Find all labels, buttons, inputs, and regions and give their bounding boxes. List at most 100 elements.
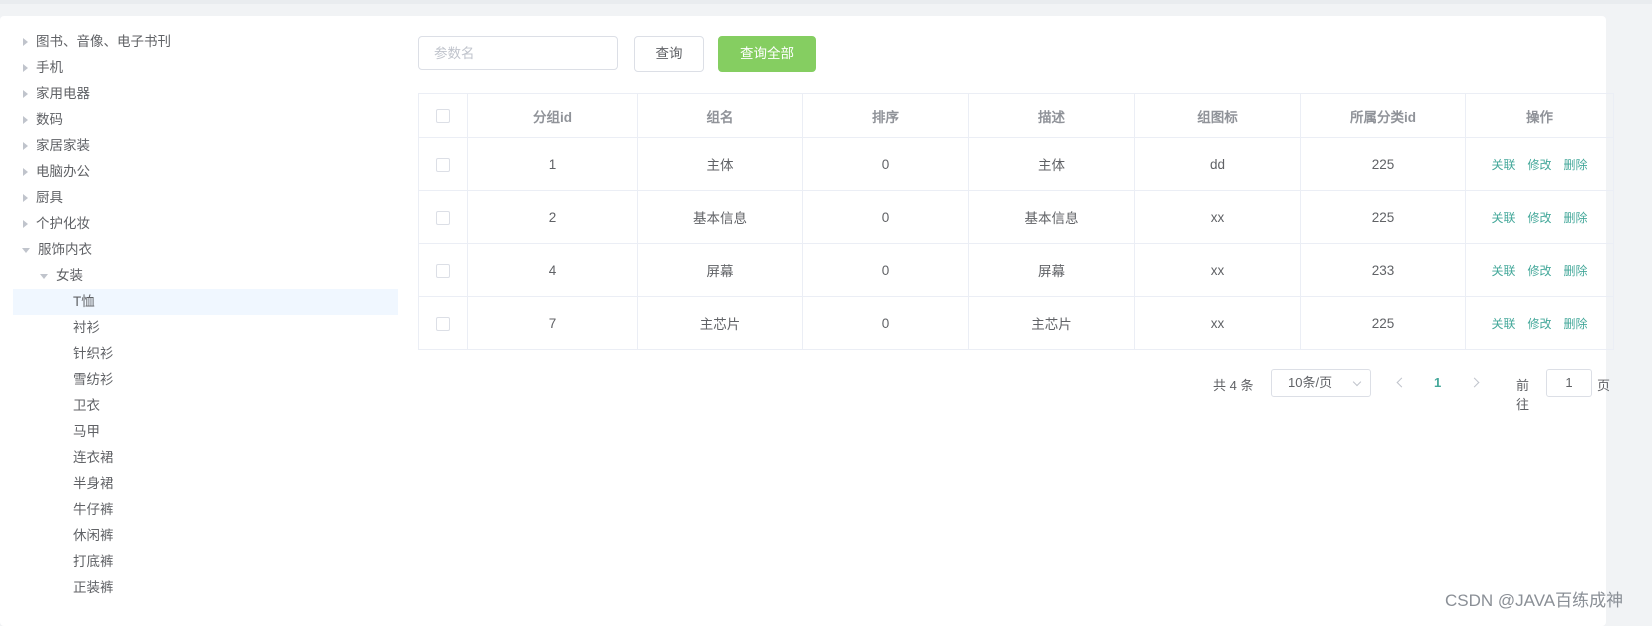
cell-icon: xx	[1134, 296, 1301, 350]
cell-sort: 0	[802, 190, 969, 244]
tree-leaf[interactable]: 打底裤	[13, 549, 398, 575]
cell-id: 1	[467, 137, 638, 191]
chevron-down-icon	[1352, 377, 1362, 387]
tree-node[interactable]: 家用电器	[13, 81, 398, 107]
row-checkbox[interactable]	[436, 210, 450, 225]
tree-leaf[interactable]: 休闲裤	[13, 523, 398, 549]
cell-catelog-id: 225	[1300, 296, 1466, 350]
relate-link[interactable]: 关联	[1491, 317, 1515, 331]
tree-node-label: 手机	[36, 60, 63, 75]
cell-actions: 关联 修改 删除	[1465, 137, 1614, 191]
caret-right-icon[interactable]	[23, 220, 28, 229]
caret-right-icon[interactable]	[23, 194, 28, 203]
row-select-cell	[418, 137, 468, 191]
tree-node[interactable]: 家居家装	[13, 133, 398, 159]
attr-group-table: 分组id 组名 排序 描述 组图标 所属分类id 操作 1 主体 0 主体 dd…	[418, 93, 1614, 350]
next-page-icon[interactable]	[1469, 377, 1480, 388]
tree-leaf[interactable]: 马甲	[13, 419, 398, 445]
page-size-value: 10条/页	[1288, 375, 1333, 390]
cell-actions: 关联 修改 删除	[1465, 296, 1614, 350]
caret-right-icon[interactable]	[23, 90, 28, 99]
cell-catelog-id: 233	[1300, 243, 1466, 297]
caret-right-icon[interactable]	[23, 38, 28, 47]
tree-node[interactable]: 电脑办公	[13, 159, 398, 185]
delete-link[interactable]: 删除	[1564, 317, 1588, 331]
row-select-cell	[418, 243, 468, 297]
edit-link[interactable]: 修改	[1527, 264, 1551, 278]
edit-link[interactable]: 修改	[1527, 158, 1551, 172]
tree-node[interactable]: 数码	[13, 107, 398, 133]
cell-catelog-id: 225	[1300, 137, 1466, 191]
cell-desc: 屏幕	[968, 243, 1135, 297]
cell-catelog-id: 225	[1300, 190, 1466, 244]
goto-page-input[interactable]: 1	[1546, 369, 1592, 397]
tree-node[interactable]: 手机	[13, 55, 398, 81]
caret-right-icon[interactable]	[23, 64, 28, 73]
tree-leaf[interactable]: 雪纺衫	[13, 367, 398, 393]
row-checkbox[interactable]	[436, 316, 450, 331]
cell-id: 4	[467, 243, 638, 297]
tree-leaf[interactable]: 牛仔裤	[13, 497, 398, 523]
cell-desc: 主芯片	[968, 296, 1135, 350]
column-header: 排序	[802, 93, 969, 138]
caret-right-icon[interactable]	[23, 142, 28, 151]
tree-leaf[interactable]: 连衣裙	[13, 445, 398, 471]
current-page[interactable]: 1	[1434, 375, 1441, 390]
page-unit-label: 页	[1597, 378, 1611, 393]
delete-link[interactable]: 删除	[1564, 264, 1588, 278]
column-header: 组名	[637, 93, 803, 138]
tree-leaf[interactable]: 衬衫	[13, 315, 398, 341]
row-checkbox[interactable]	[436, 263, 450, 278]
delete-link[interactable]: 删除	[1564, 211, 1588, 225]
cell-icon: xx	[1134, 190, 1301, 244]
cell-sort: 0	[802, 137, 969, 191]
delete-link[interactable]: 删除	[1564, 158, 1588, 172]
cell-name: 屏幕	[637, 243, 803, 297]
caret-right-icon[interactable]	[23, 116, 28, 125]
tree-node-label: 家居家装	[36, 138, 90, 153]
tree-node-label: 数码	[36, 112, 63, 127]
caret-down-icon[interactable]	[22, 247, 30, 253]
column-header: 操作	[1465, 93, 1614, 138]
tree-leaf[interactable]: 半身裙	[13, 471, 398, 497]
cell-actions: 关联 修改 删除	[1465, 243, 1614, 297]
tree-node[interactable]: 图书、音像、电子书刊	[13, 29, 398, 55]
tree-node-expanded[interactable]: 女装	[13, 263, 398, 289]
tree-leaf-selected[interactable]: T恤	[13, 289, 398, 315]
page-size-select[interactable]: 10条/页	[1271, 369, 1371, 397]
relate-link[interactable]: 关联	[1491, 264, 1515, 278]
column-header: 组图标	[1134, 93, 1301, 138]
total-count: 共 4 条	[1213, 378, 1254, 393]
tree-leaf[interactable]: 卫衣	[13, 393, 398, 419]
cell-id: 2	[467, 190, 638, 244]
main-panel: 图书、音像、电子书刊 手机 家用电器 数码 家居家装 电脑办公 厨具 个护化妆 …	[0, 16, 1614, 626]
category-tree: 图书、音像、电子书刊 手机 家用电器 数码 家居家装 电脑办公 厨具 个护化妆 …	[13, 29, 398, 601]
edit-link[interactable]: 修改	[1527, 317, 1551, 331]
tree-leaf[interactable]: 正装裤	[13, 575, 398, 601]
select-all-cell	[418, 93, 468, 138]
tree-node-label: 电脑办公	[36, 164, 90, 179]
tree-node[interactable]: 个护化妆	[13, 211, 398, 237]
edit-link[interactable]: 修改	[1527, 211, 1551, 225]
cell-sort: 0	[802, 243, 969, 297]
select-all-checkbox[interactable]	[436, 109, 450, 124]
query-all-button[interactable]: 查询全部	[718, 36, 816, 72]
tree-node-expanded[interactable]: 服饰内衣	[13, 237, 398, 263]
query-button[interactable]: 查询	[634, 36, 704, 72]
tree-node-label: 厨具	[36, 190, 63, 205]
tree-node[interactable]: 厨具	[13, 185, 398, 211]
relate-link[interactable]: 关联	[1491, 211, 1515, 225]
caret-right-icon[interactable]	[23, 168, 28, 177]
row-checkbox[interactable]	[436, 157, 450, 172]
cell-desc: 主体	[968, 137, 1135, 191]
prev-page-icon[interactable]	[1396, 377, 1407, 388]
cell-actions: 关联 修改 删除	[1465, 190, 1614, 244]
tree-node-label: 家用电器	[36, 86, 90, 101]
tree-leaf[interactable]: 针织衫	[13, 341, 398, 367]
caret-down-icon[interactable]	[40, 273, 48, 279]
param-name-search-input[interactable]	[418, 36, 618, 70]
cell-sort: 0	[802, 296, 969, 350]
relate-link[interactable]: 关联	[1491, 158, 1515, 172]
table-row: 2 基本信息 0 基本信息 xx 225 关联 修改 删除	[418, 190, 1614, 244]
cell-icon: dd	[1134, 137, 1301, 191]
